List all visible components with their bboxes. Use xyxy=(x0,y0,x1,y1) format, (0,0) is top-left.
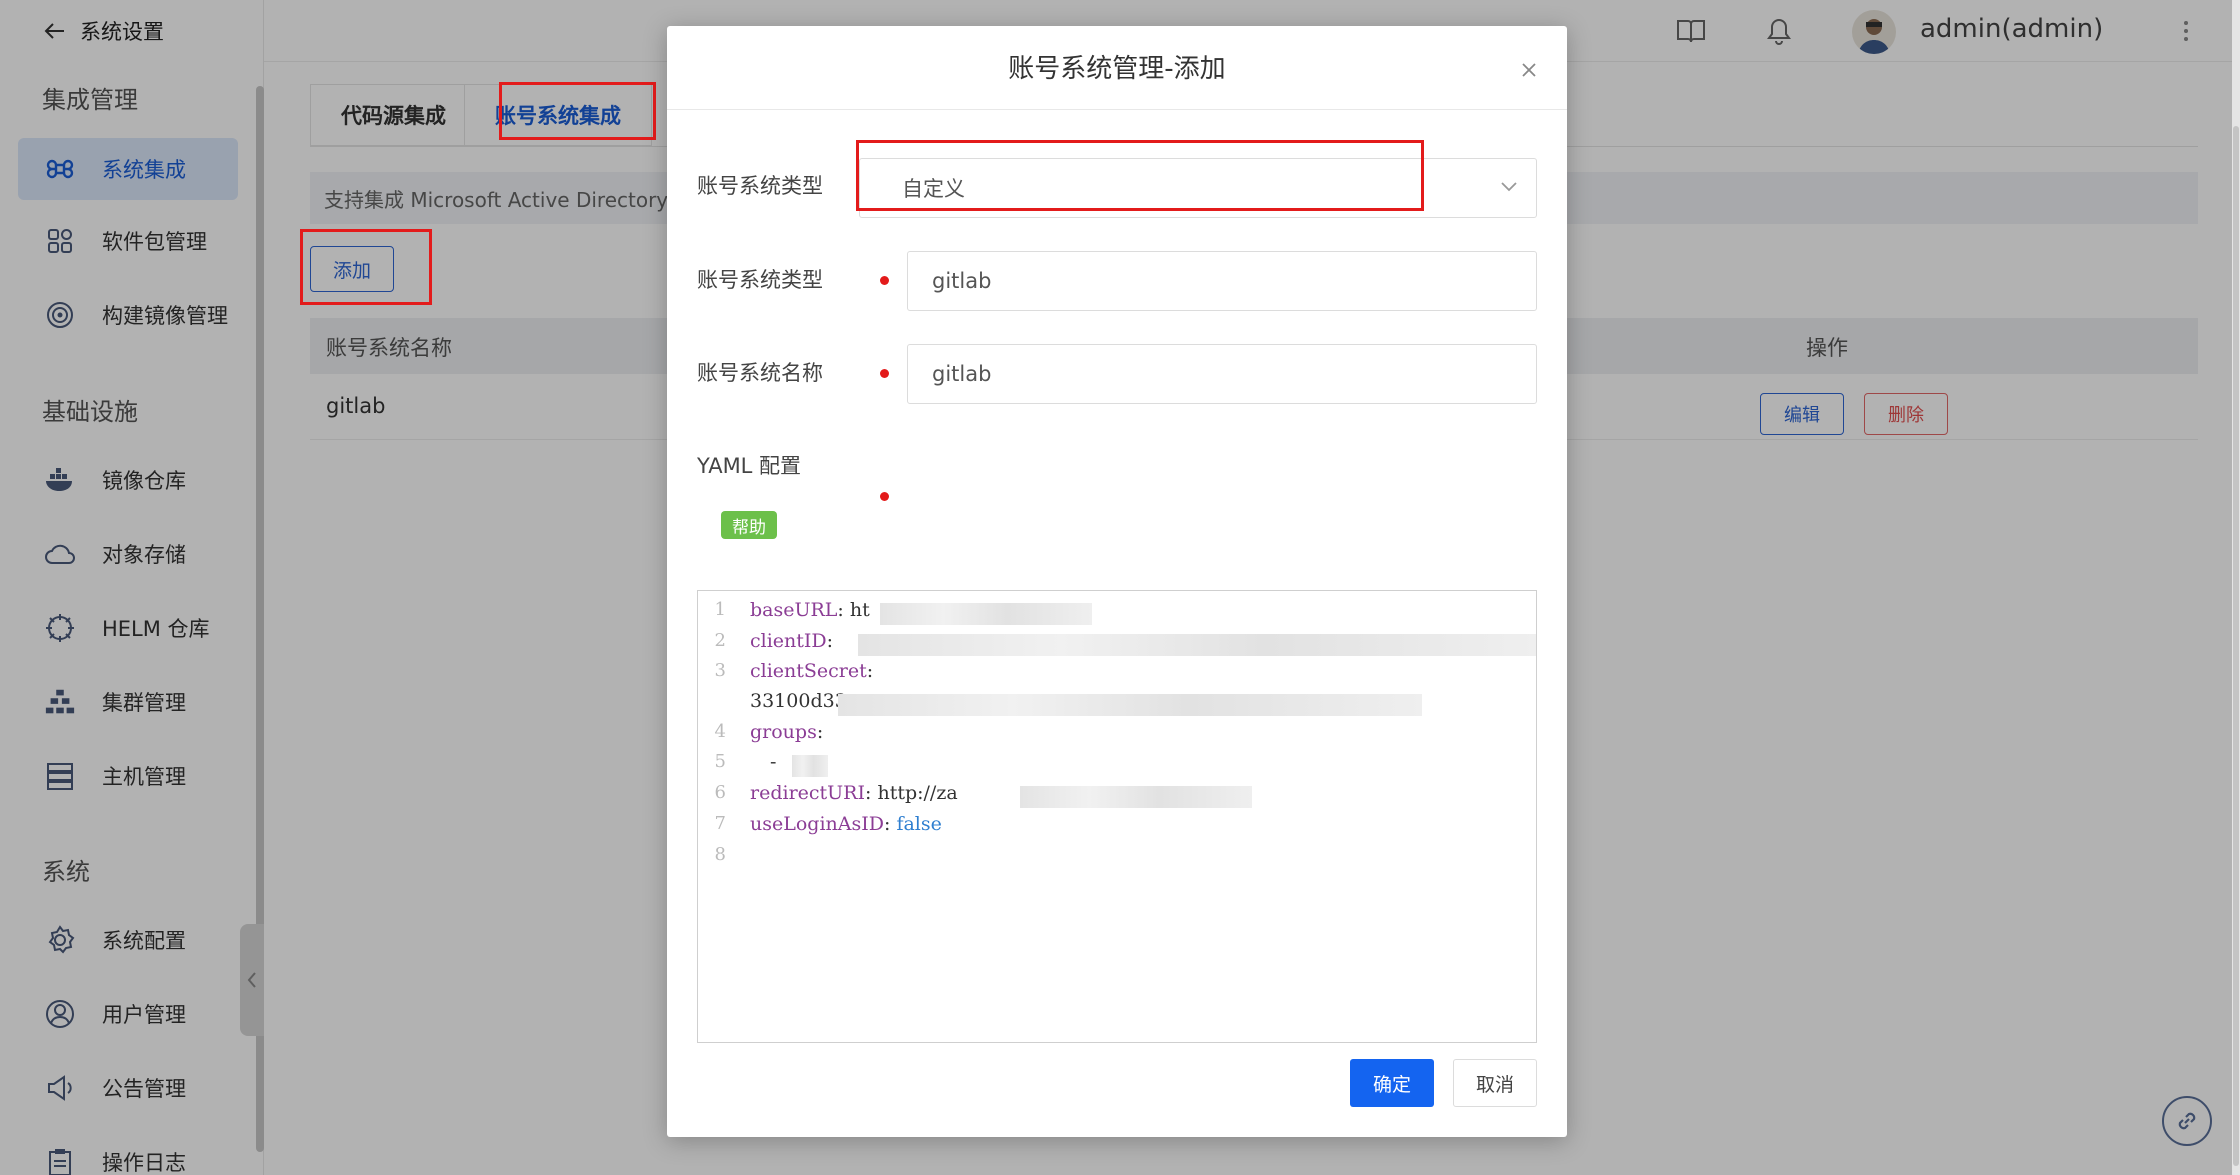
redacted-text xyxy=(838,694,1422,716)
add-account-system-modal: 账号系统管理-添加 账号系统类型 自定义 账号系统类型 gitlab 账号系统名… xyxy=(667,26,1567,1137)
code-line: 8 xyxy=(714,844,726,865)
annotation-box-tab xyxy=(499,82,656,140)
yaml-label: YAML 配置 xyxy=(697,454,802,478)
annotation-box-type xyxy=(856,140,1424,211)
redacted-text xyxy=(792,755,828,777)
code-line: 1 baseURL: ht xyxy=(698,599,1536,629)
required-mark xyxy=(880,492,889,501)
chevron-down-icon xyxy=(1501,182,1517,192)
code-line: 7 useLoginAsID: false xyxy=(714,813,942,835)
help-tag[interactable]: 帮助 xyxy=(721,511,777,539)
confirm-button[interactable]: 确定 xyxy=(1350,1059,1434,1107)
name-label: 账号系统名称 xyxy=(697,361,823,385)
page-scrollbar[interactable] xyxy=(2232,0,2240,1175)
redacted-text xyxy=(858,634,1536,656)
code-line: 4 groups: xyxy=(714,721,824,743)
modal-title: 账号系统管理-添加 xyxy=(1008,54,1226,84)
redacted-text xyxy=(880,603,1092,625)
type-select-label: 账号系统类型 xyxy=(697,174,823,198)
close-icon[interactable] xyxy=(1519,60,1539,80)
type-input[interactable]: gitlab xyxy=(907,251,1537,311)
required-mark xyxy=(880,369,889,378)
code-line: 33100d33 xyxy=(698,690,1536,720)
code-line: 6 redirectURI: http://za xyxy=(698,782,1536,812)
type-label: 账号系统类型 xyxy=(697,268,823,292)
redacted-text xyxy=(1020,786,1252,808)
code-line: 3 clientSecret: xyxy=(714,660,874,682)
name-input[interactable]: gitlab xyxy=(907,344,1537,404)
code-line: 2 clientID: xyxy=(698,630,1536,660)
code-line: 5 - xyxy=(698,751,1536,781)
required-mark xyxy=(880,276,889,285)
page-scrollbar-thumb[interactable] xyxy=(2233,126,2239,1166)
yaml-editor[interactable]: 1 baseURL: ht 2 clientID: 3 clientSecret… xyxy=(697,590,1537,1043)
cancel-button[interactable]: 取消 xyxy=(1453,1059,1537,1107)
annotation-box-add xyxy=(300,229,432,305)
modal-header: 账号系统管理-添加 xyxy=(667,26,1567,110)
